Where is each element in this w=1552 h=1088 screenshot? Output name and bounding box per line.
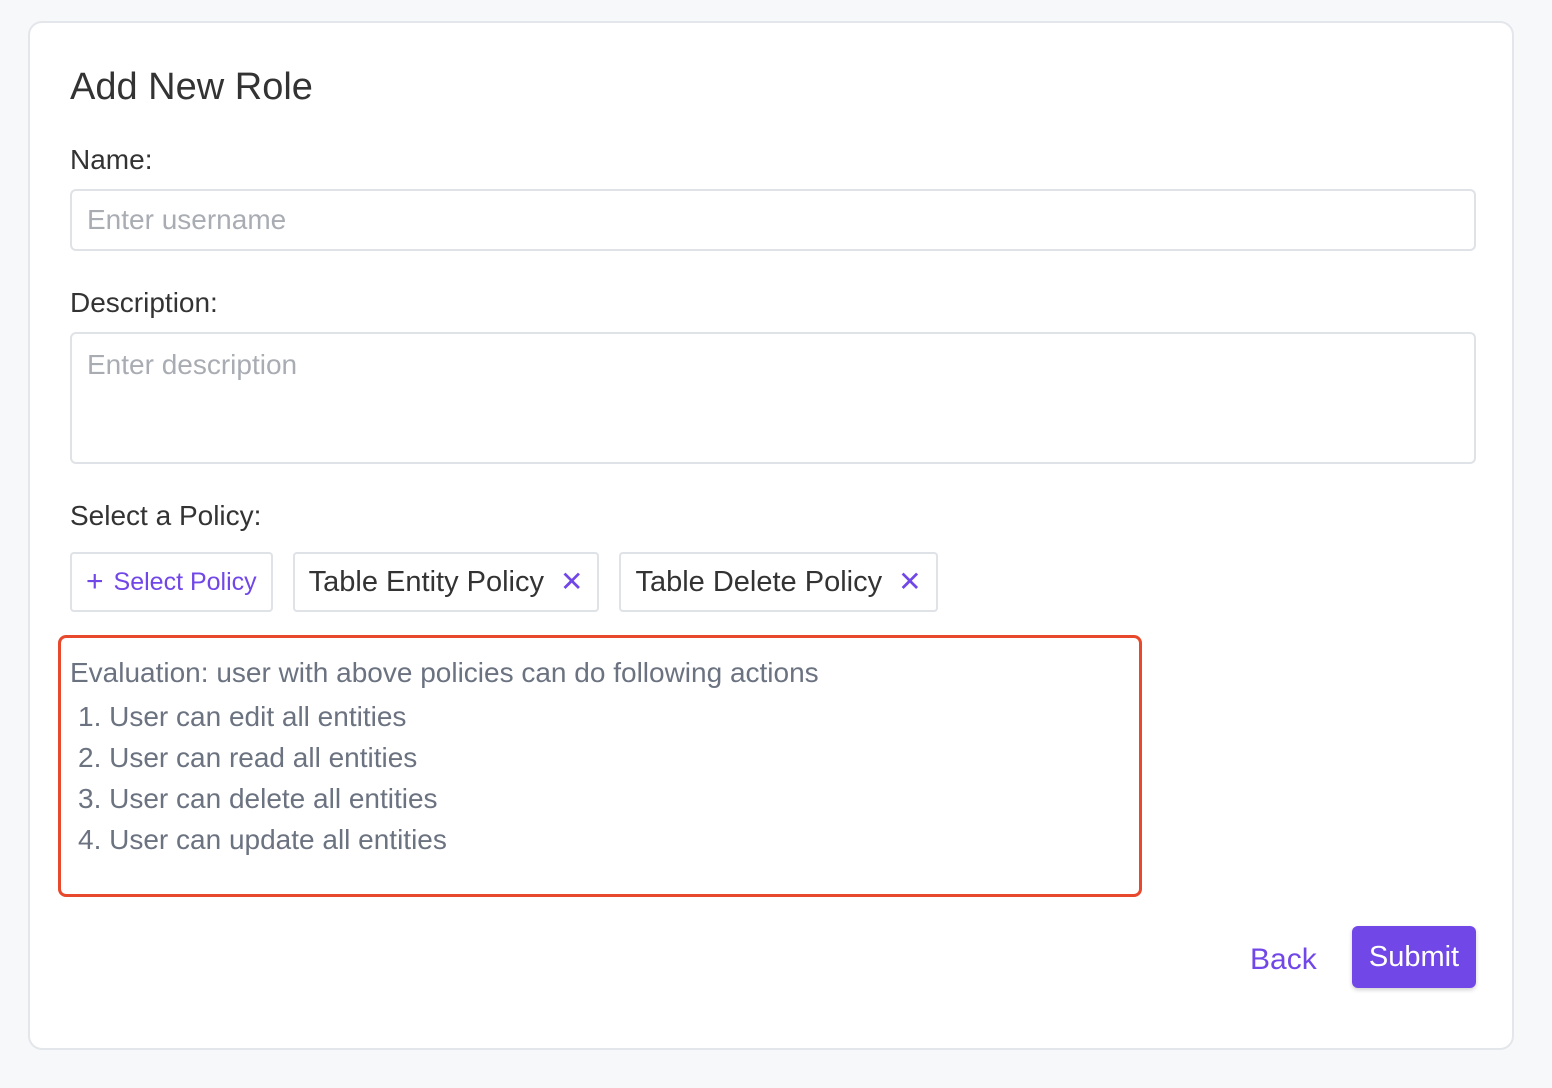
- name-input[interactable]: [70, 189, 1476, 251]
- policy-chip-label: Table Entity Policy: [308, 565, 544, 598]
- policy-chip-table-entity: Table Entity Policy ✕: [292, 552, 600, 612]
- close-icon[interactable]: ✕: [898, 568, 921, 596]
- list-item: 4. User can update all entities: [78, 824, 447, 855]
- policy-chip-table-delete: Table Delete Policy ✕: [619, 552, 938, 612]
- description-input[interactable]: [70, 332, 1476, 464]
- name-label: Name:: [70, 144, 153, 175]
- back-button[interactable]: Back: [1244, 940, 1323, 980]
- submit-button[interactable]: Submit: [1352, 926, 1476, 988]
- list-item: 1. User can edit all entities: [78, 701, 407, 732]
- evaluation-title: Evaluation: user with above policies can…: [70, 657, 819, 688]
- close-icon[interactable]: ✕: [560, 568, 583, 596]
- add-role-card: Add New Role Name: Description: Select a…: [28, 21, 1514, 1050]
- list-item: 3. User can delete all entities: [78, 783, 438, 814]
- policy-chip-row: + Select Policy Table Entity Policy ✕ Ta…: [70, 552, 938, 612]
- description-label: Description:: [70, 287, 218, 318]
- select-policy-button[interactable]: + Select Policy: [70, 552, 273, 612]
- page-title: Add New Role: [70, 66, 313, 108]
- select-policy-label: Select Policy: [113, 567, 257, 596]
- policy-chip-label: Table Delete Policy: [635, 565, 883, 598]
- list-item: 2. User can read all entities: [78, 742, 418, 773]
- plus-icon: +: [86, 565, 104, 598]
- evaluation-list: 1. User can edit all entities 2. User ca…: [78, 696, 447, 860]
- policy-label: Select a Policy:: [70, 500, 262, 531]
